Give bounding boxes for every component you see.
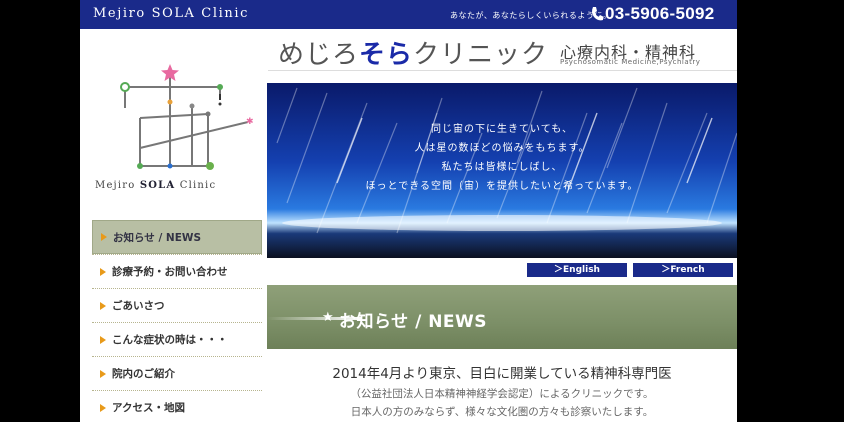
nav-item-label: ごあいさつ <box>112 300 165 312</box>
arrow-icon <box>100 335 106 344</box>
phone-icon <box>591 7 603 21</box>
hero-line: 人は星の数ほどの悩みをもちます。 <box>414 143 590 154</box>
arrow-icon <box>101 233 107 241</box>
nav-item-label: お知らせ / NEWS <box>113 231 202 244</box>
nav-item-reservation[interactable]: 診療予約・お問い合わせ <box>92 254 262 288</box>
sidebar-nav: お知らせ / NEWS 診療予約・お問い合わせ ごあいさつ こんな症状の時は・・… <box>92 220 262 422</box>
arrow-icon <box>100 267 106 276</box>
hero-message: 同じ宙の下に生きていても、 人は星の数ほどの悩みをもちます。 私たちは皆様にしば… <box>267 120 737 196</box>
tagline: あなたが、あなたらしくいられるように。 <box>450 11 612 20</box>
news-banner: ★ お知らせ / NEWS <box>267 285 737 349</box>
intro-line-3: 日本人の方のみならず、様々な文化圏の方々も診察いたします。 <box>350 406 654 418</box>
hero-line: 私たちは皆様にしばし、 <box>441 162 563 173</box>
news-title: お知らせ / NEWS <box>339 312 488 332</box>
clinic-name: めじろそらクリニック <box>278 34 548 71</box>
nav-item-news[interactable]: お知らせ / NEWS <box>92 220 262 254</box>
hero-line: 同じ宙の下に生きていても、 <box>431 124 573 135</box>
department-english: Psychosomatic Medicine,Psychiatry <box>560 58 701 66</box>
logo-text-suffix: Clinic <box>175 180 217 191</box>
nav-item-symptoms[interactable]: こんな症状の時は・・・ <box>92 322 262 356</box>
intro-line-2: （公益社団法人日本精神神経学会認定）によるクリニックです。 <box>350 388 654 400</box>
french-button[interactable]: ＞French <box>633 263 733 277</box>
nav-item-label: こんな症状の時は・・・ <box>112 334 228 346</box>
brand-name: Mejiro SOLA Clinic <box>93 6 249 21</box>
page: Mejiro SOLA Clinic あなたが、あなたらしくいられるように。 0… <box>80 0 737 422</box>
star-icon: ★ <box>322 310 334 325</box>
header-divider <box>268 70 737 71</box>
nav-item-label: 診療予約・お問い合わせ <box>112 266 228 278</box>
nav-item-label: 院内のご紹介 <box>112 368 175 380</box>
clinic-name-sora: そら <box>359 40 414 70</box>
clinic-name-part3: クリニック <box>413 40 549 70</box>
clinic-name-part1: めじろ <box>278 40 360 70</box>
nav-item-greeting[interactable]: ごあいさつ <box>92 288 262 322</box>
clinic-logo[interactable]: ✱ <box>100 58 260 198</box>
top-bar: Mejiro SOLA Clinic あなたが、あなたらしくいられるように。 0… <box>80 0 737 29</box>
nav-item-facility[interactable]: 院内のご紹介 <box>92 356 262 390</box>
hero-line: ほっとできる空間（宙）を提供したいと希っています。 <box>365 181 639 192</box>
hero-banner: 同じ宙の下に生きていても、 人は星の数ほどの悩みをもちます。 私たちは皆様にしば… <box>267 83 737 258</box>
nav-item-access[interactable]: アクセス・地図 <box>92 390 262 422</box>
logo-text: Mejiro SOLA Clinic <box>95 180 216 191</box>
logo-text-bold: SOLA <box>139 180 176 191</box>
arrow-icon <box>100 369 106 378</box>
svg-text:✱: ✱ <box>246 117 254 127</box>
nav-item-label: アクセス・地図 <box>112 402 185 414</box>
phone-number[interactable]: 03-5906-5092 <box>605 4 714 24</box>
english-button[interactable]: ＞English <box>527 263 627 277</box>
intro-line-1: 2014年4月より東京、目白に開業している精神科専門医 <box>332 366 672 382</box>
logo-text-prefix: Mejiro <box>95 180 140 191</box>
arrow-icon <box>100 403 106 412</box>
arrow-icon <box>100 301 106 310</box>
